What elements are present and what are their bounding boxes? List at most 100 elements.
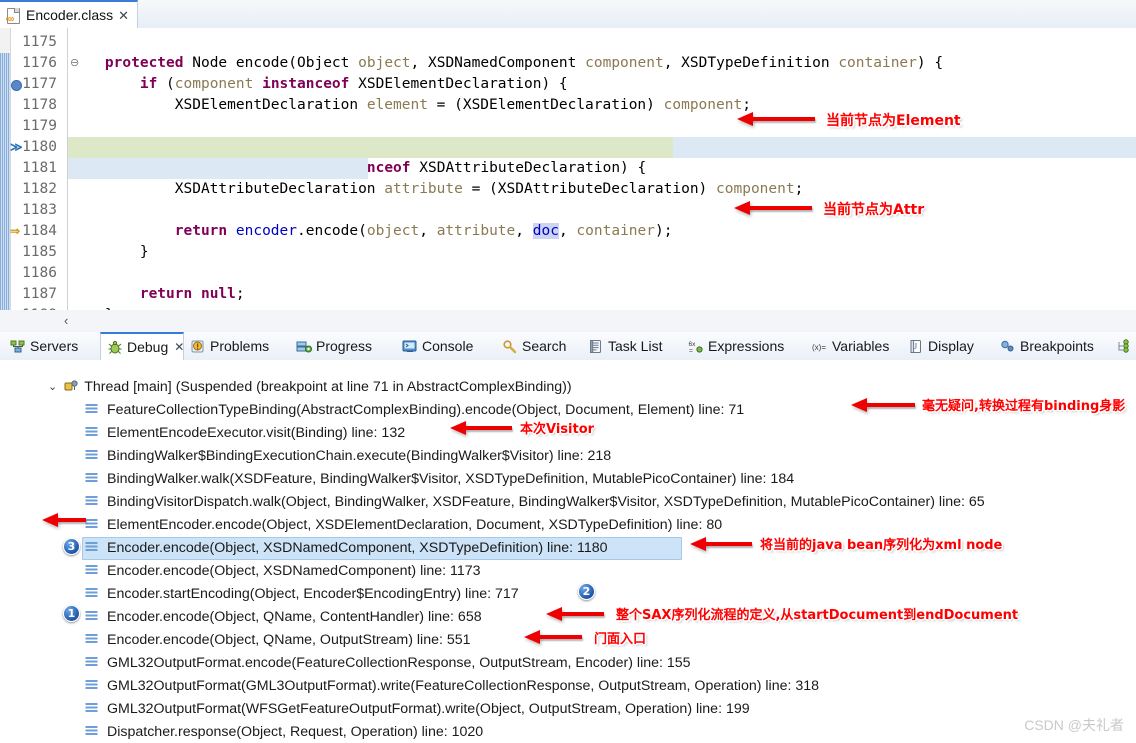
tab-label: Progress bbox=[316, 338, 373, 354]
code-token: .encode( bbox=[297, 223, 367, 239]
tab-task-list[interactable]: Task List bbox=[582, 332, 682, 360]
tab-console[interactable]: Console bbox=[396, 332, 496, 360]
annotation-arrow-element bbox=[737, 112, 815, 126]
code-token: , bbox=[410, 55, 428, 71]
tab-label: Console bbox=[422, 338, 474, 354]
code-token: = (XSDAttributeDeclaration) bbox=[462, 181, 717, 197]
code-token: if bbox=[139, 76, 158, 92]
close-icon[interactable]: ✕ bbox=[118, 9, 129, 22]
code-line: } bbox=[70, 242, 149, 263]
tab-label: Search bbox=[522, 338, 567, 354]
stack-frame-icon bbox=[85, 494, 101, 509]
tab-label: Servers bbox=[30, 338, 79, 354]
code-token: container bbox=[838, 55, 917, 71]
line-number: 1178 bbox=[22, 97, 57, 113]
code-token: XSDNamedComponent bbox=[427, 55, 577, 71]
line-number: 1187 bbox=[22, 286, 57, 302]
stack-frame-row[interactable]: ElementEncoder.encode(Object, XSDElement… bbox=[0, 513, 1136, 536]
annotation-badge-1: 1 bbox=[63, 605, 80, 622]
thread-icon bbox=[63, 379, 79, 394]
stack-frame-row[interactable]: Dispatcher.response(Object, Request, Ope… bbox=[0, 720, 1136, 743]
code-editor[interactable]: 1175 1176 ⊖ 1177 1178 1179 1180 ≫ 1181 1182 1183 11… bbox=[0, 28, 1136, 311]
thread-label: Thread [main] (Suspended (breakpoint at … bbox=[84, 378, 572, 395]
selection-highlight bbox=[673, 137, 1136, 158]
code-line: protected Node encode(Object object, XSD… bbox=[70, 53, 943, 74]
line-number: 1185 bbox=[22, 244, 57, 260]
stack-frame-label: BindingWalker$BindingExecutionChain.exec… bbox=[107, 447, 612, 464]
tab-display[interactable]: J Display bbox=[902, 332, 994, 360]
code-token: component bbox=[663, 97, 743, 113]
breakpoints-icon bbox=[1000, 339, 1016, 354]
stack-frame-icon bbox=[85, 402, 101, 417]
code-token: XSDAttributeDeclaration bbox=[70, 181, 385, 197]
code-token: component bbox=[174, 76, 254, 92]
stack-frame-icon bbox=[85, 724, 101, 739]
chevron-left-icon[interactable]: ‹ bbox=[64, 313, 68, 328]
stack-frame-row[interactable]: BindingVisitorDispatch.walk(Object, Bind… bbox=[0, 490, 1136, 513]
stack-frame-icon bbox=[85, 678, 101, 693]
svg-text:(x)=: (x)= bbox=[812, 343, 826, 352]
code-token: XSDElementDeclaration) { bbox=[349, 76, 568, 92]
stack-frame-row[interactable]: Encoder.encode(Object, XSDNamedComponent… bbox=[0, 559, 1136, 582]
code-token: , bbox=[558, 223, 577, 239]
code-token: Node bbox=[192, 55, 228, 71]
code-token: ( bbox=[157, 76, 175, 92]
code-token: , bbox=[663, 55, 682, 71]
tab-servers[interactable]: Servers bbox=[4, 332, 100, 360]
code-token: XSDAttributeDeclaration) { bbox=[410, 160, 647, 176]
annotation-badge-3: 3 bbox=[63, 538, 80, 555]
tab-call-hierar[interactable]: Call Hierar bbox=[1110, 332, 1136, 360]
stack-frame-row[interactable]: BindingWalker.walk(XSDFeature, BindingWa… bbox=[0, 467, 1136, 490]
step-marker-icon: ⇒ bbox=[10, 224, 21, 238]
annotation-note-sax: 整个SAX序列化流程的定义,从startDocument到endDocument bbox=[616, 608, 1019, 623]
editor-tab-encoder-class[interactable]: 010 Encoder.class ✕ bbox=[0, 0, 139, 28]
code-line: XSDAttributeDeclaration attribute = (XSD… bbox=[70, 179, 804, 200]
editor-bottom-bar: ‹ bbox=[0, 310, 1136, 333]
stack-frame-row[interactable]: GML32OutputFormat(GML3OutputFormat).writ… bbox=[0, 674, 1136, 697]
variables-icon: (x)= bbox=[812, 339, 828, 354]
tab-search[interactable]: Search bbox=[496, 332, 582, 360]
stack-frame-icon bbox=[85, 517, 101, 532]
tab-debug[interactable]: Debug ✕ bbox=[100, 332, 184, 360]
svg-text:J: J bbox=[914, 342, 917, 351]
current-line-highlight bbox=[68, 137, 673, 158]
close-icon[interactable]: ✕ bbox=[174, 340, 184, 354]
tab-expressions[interactable]: 6x = Expressions bbox=[682, 332, 806, 360]
annotation-note-attr: 当前节点为Attr bbox=[823, 202, 925, 218]
code-token: component bbox=[585, 55, 664, 71]
chevron-down-icon[interactable]: ⌄ bbox=[48, 380, 57, 393]
tab-breakpoints[interactable]: Breakpoints bbox=[994, 332, 1110, 360]
stack-frame-icon bbox=[85, 540, 101, 555]
code-token: encoder bbox=[235, 223, 297, 239]
tab-label: Expressions bbox=[708, 338, 785, 354]
code-token: return bbox=[174, 223, 228, 239]
stack-frame-icon bbox=[85, 655, 101, 670]
call-hierarchy-icon bbox=[1116, 338, 1132, 354]
watermark: CSDN @夫礼者 bbox=[1024, 717, 1124, 733]
tab-progress[interactable]: Progress bbox=[290, 332, 396, 360]
stack-frame-row[interactable]: Encoder.startEncoding(Object, Encoder$En… bbox=[0, 582, 1136, 605]
code-token: , bbox=[515, 223, 533, 239]
code-token: encode( bbox=[227, 55, 297, 71]
stack-frame-label: ElementEncodeExecutor.visit(Binding) lin… bbox=[107, 424, 406, 441]
code-token: protected bbox=[104, 55, 184, 71]
tab-label: Problems bbox=[210, 338, 270, 354]
code-token: XSDTypeDefinition bbox=[681, 55, 830, 71]
tab-variables[interactable]: (x)= Variables bbox=[806, 332, 902, 360]
line-number: 1186 bbox=[22, 265, 57, 281]
stack-frame-icon bbox=[85, 701, 101, 716]
stack-frame-row[interactable]: GML32OutputFormat(WFSGetFeatureOutputFor… bbox=[0, 697, 1136, 720]
stack-frame-row[interactable]: GML32OutputFormat.encode(FeatureCollecti… bbox=[0, 651, 1136, 674]
breakpoint-marker-icon[interactable] bbox=[11, 80, 22, 91]
code-token: component bbox=[716, 181, 795, 197]
editor-tab-bar: 010 Encoder.class ✕ bbox=[0, 0, 1136, 29]
stack-frame-label: GML32OutputFormat(WFSGetFeatureOutputFor… bbox=[107, 700, 750, 717]
stack-frame-row[interactable]: BindingWalker$BindingExecutionChain.exec… bbox=[0, 444, 1136, 467]
tab-problems[interactable]: Problems bbox=[184, 332, 290, 360]
code-token: return bbox=[139, 286, 193, 302]
